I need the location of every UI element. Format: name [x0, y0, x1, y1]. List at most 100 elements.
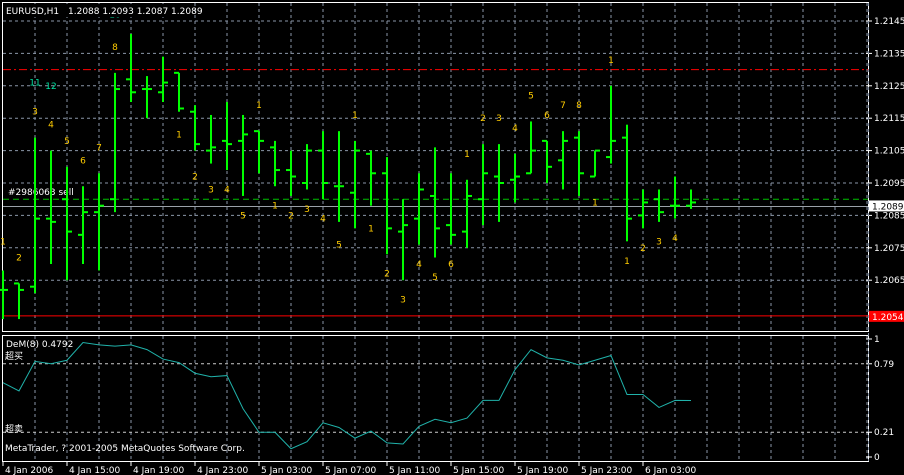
header-ohlc: 1.2088 1.2093 1.2087 1.2089 — [68, 7, 203, 17]
time-label: 5 Jan 23:00 — [581, 466, 633, 475]
ohlc-bar — [334, 131, 344, 222]
wave-label: 8 — [576, 101, 582, 111]
time-label: 4 Jan 2006 — [5, 466, 53, 475]
sell-order-label: #2986063 sell — [8, 188, 74, 198]
ohlc-bar — [526, 121, 536, 175]
wave-label: 6 — [544, 111, 550, 121]
ohlc-bar — [510, 153, 520, 203]
wave-label: 2 — [640, 244, 646, 254]
wave-label: 5 — [336, 241, 342, 251]
ohlc-bar — [430, 147, 440, 258]
ohlc-bar — [238, 114, 248, 196]
wave-label: 3 — [656, 237, 662, 247]
wave-label: 8 — [112, 43, 118, 53]
wave-label: 5 — [64, 137, 70, 147]
ohlc-bar — [158, 56, 168, 102]
wave-label: 3 — [304, 205, 310, 215]
wave-label: 2 — [480, 114, 486, 124]
indicator-tick-label: 0.79 — [874, 360, 894, 370]
bid-price-label: 1.2089 — [872, 202, 904, 212]
chart-window[interactable]: 1.2145 1.2135 1.2125 1.2115 1.2105 1.2095 1.20… — [0, 0, 904, 475]
ohlc-bar — [142, 76, 152, 119]
price-tick-label: 1.2145 — [874, 17, 904, 27]
wave-label: 5 — [432, 273, 438, 283]
time-label: 5 Jan 07:00 — [325, 466, 377, 475]
time-label: 5 Jan 19:00 — [517, 466, 569, 475]
wave-label: 3 — [496, 114, 502, 124]
wave-label: 11 — [29, 79, 40, 89]
time-label: 5 Jan 15:00 — [453, 466, 505, 475]
wave-label: 2 — [288, 211, 294, 221]
price-tick-label: 1.2135 — [874, 49, 904, 59]
ohlc-bar — [0, 270, 8, 320]
indicator-tick-label: 1 — [874, 335, 880, 345]
price-tick-label: 1.2115 — [874, 114, 904, 124]
overbought-label: 超买 — [5, 350, 23, 362]
price-tick-label: 1.2085 — [874, 211, 904, 221]
time-label: 5 Jan 11:00 — [389, 466, 441, 475]
wave-label: 4 — [224, 185, 230, 195]
ohlc-bar — [606, 85, 616, 164]
ohlc-bar — [222, 102, 232, 171]
wave-label: 5 — [240, 211, 246, 221]
ohlc-bar — [382, 157, 392, 255]
wave-label: 1 — [368, 224, 374, 234]
price-tick-label: 1.2095 — [874, 179, 904, 189]
wave-label: 1 — [352, 111, 358, 121]
ohlc-bar — [126, 33, 136, 102]
indicator-tick-label: 0 — [874, 453, 880, 463]
ohlc-bar — [542, 139, 552, 183]
wave-label: 1 — [592, 198, 598, 208]
ohlc-bar — [398, 199, 408, 281]
wave-label: 6 — [448, 260, 454, 270]
wave-label: 4 — [416, 260, 422, 270]
indicator-title: DeM(8) 0.4792 — [6, 340, 73, 350]
indicator-tick-label: 0.21 — [874, 428, 894, 438]
oversold-label: 超卖 — [5, 423, 23, 435]
wave-label: 4 — [512, 124, 518, 134]
wave-label: 3 — [400, 296, 406, 306]
wave-label: 3 — [32, 108, 38, 118]
ohlc-bar — [174, 71, 184, 112]
wave-label: 2 — [192, 173, 198, 183]
wave-label: 4 — [320, 215, 326, 225]
ohlc-bar — [558, 131, 568, 190]
ohlc-bar — [254, 130, 264, 174]
wave-label: 12 — [45, 82, 56, 92]
ohlc-bar — [14, 282, 24, 320]
wave-label: 1 — [256, 101, 262, 111]
wave-label: 4 — [48, 121, 54, 131]
wave-label: 2 — [384, 270, 390, 280]
ohlc-bar — [638, 189, 648, 229]
time-label: 6 Jan 03:00 — [645, 466, 697, 475]
ohlc-bar — [110, 72, 120, 213]
ohlc-bar — [446, 173, 456, 245]
ohlc-bar — [30, 137, 40, 294]
wave-label: 1 — [0, 237, 6, 247]
copyright-text: MetaTrader, ? 2001-2005 MetaQuotes Softw… — [5, 444, 245, 454]
ohlc-bar — [574, 131, 584, 196]
price-tick-label: 1.2065 — [874, 276, 904, 286]
time-label: 4 Jan 23:00 — [197, 466, 249, 475]
wave-label: 1 — [464, 150, 470, 160]
wave-label: 1 — [624, 257, 630, 267]
wave-label: 1 — [176, 130, 182, 140]
symbol-timeframe: EURUSD,H1 — [6, 7, 59, 17]
time-label: 4 Jan 15:00 — [69, 466, 121, 475]
ohlc-bar — [94, 173, 104, 271]
wave-label: 3 — [208, 185, 214, 195]
ohlc-bar — [270, 140, 280, 187]
ohlc-bar — [366, 150, 376, 206]
wave-label: 1 — [608, 56, 614, 66]
dem-line — [2, 342, 692, 450]
price-tick-label: 1.2075 — [874, 244, 904, 254]
price-tick-label: 1.2105 — [874, 147, 904, 157]
wave-label: 7 — [560, 101, 566, 111]
ohlc-bar — [78, 186, 88, 264]
time-label: 4 Jan 19:00 — [133, 466, 185, 475]
ohlc-bar — [318, 131, 328, 200]
wave-label: 7 — [96, 143, 102, 153]
wave-label: 4 — [672, 234, 678, 244]
low-price-label: 1.2054 — [872, 313, 904, 323]
price-tick-label: 1.2125 — [874, 82, 904, 92]
